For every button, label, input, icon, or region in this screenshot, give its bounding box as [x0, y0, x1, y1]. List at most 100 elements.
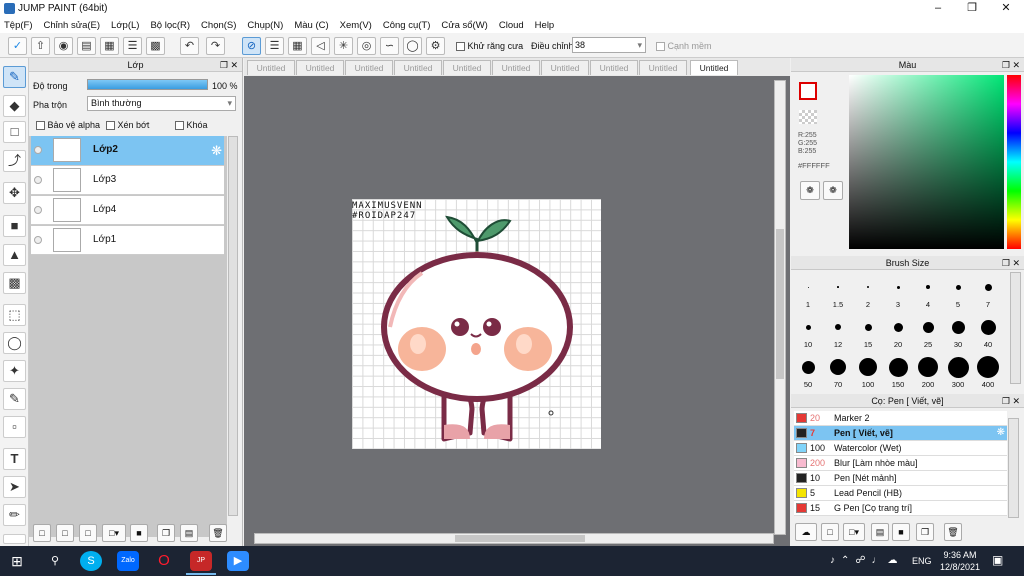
- trash-icon[interactable]: 🗑: [944, 523, 962, 541]
- brush-row[interactable]: 5 Lead Pencil (HB): [794, 486, 1007, 501]
- select-pen-icon[interactable]: ✎: [3, 388, 26, 410]
- duplicate-brush-icon[interactable]: ❐: [916, 523, 934, 541]
- speech-bubble-icon[interactable]: ◉: [54, 37, 73, 55]
- palette-settings-icon[interactable]: ❁: [823, 181, 843, 200]
- antialias-checkbox[interactable]: [456, 42, 465, 52]
- brush-size-option[interactable]: 1: [793, 276, 823, 312]
- trash-icon[interactable]: 🗑: [209, 524, 227, 542]
- correction-select[interactable]: 38 ▾: [572, 37, 646, 53]
- lock-toggle[interactable]: Khóa: [175, 120, 208, 131]
- skype-icon[interactable]: S: [80, 551, 102, 571]
- brush-size-option[interactable]: 100: [853, 356, 883, 392]
- layer-scrollbar[interactable]: [228, 136, 238, 516]
- antialias-toggle[interactable]: Khử răng cưa: [456, 41, 523, 52]
- menu-color[interactable]: Màu (C): [294, 20, 328, 31]
- brush-size-scrollbar[interactable]: [1010, 272, 1021, 384]
- rectangle-tool-icon[interactable]: □: [3, 121, 26, 143]
- opera-icon[interactable]: O: [153, 551, 175, 571]
- search-icon[interactable]: ⚲: [44, 551, 66, 571]
- brush-size-option[interactable]: 10: [793, 316, 823, 352]
- gradient-tool-icon[interactable]: ▩: [3, 272, 26, 294]
- soft-edge-toggle[interactable]: Cạnh mềm: [656, 41, 712, 52]
- folder-icon[interactable]: ■: [130, 524, 148, 542]
- panel-icon[interactable]: ▩: [146, 37, 165, 55]
- brush-size-option[interactable]: 40: [973, 316, 1003, 352]
- brush-size-option[interactable]: 4: [913, 276, 943, 312]
- close-icon[interactable]: ❐ ✕: [1002, 394, 1020, 408]
- parallel-snap-icon[interactable]: ☰: [265, 37, 284, 55]
- circle-snap-icon[interactable]: ◯: [403, 37, 422, 55]
- menu-layer[interactable]: Lớp(L): [111, 20, 139, 31]
- primary-color-swatch[interactable]: [799, 82, 817, 100]
- visibility-icon[interactable]: [34, 146, 42, 154]
- eraser-tool-icon[interactable]: ◆: [3, 95, 26, 117]
- layer-row[interactable]: Lớp2 ❋: [31, 136, 224, 166]
- comment-icon[interactable]: ▤: [77, 37, 96, 55]
- clip-toggle[interactable]: Xén bớt: [106, 120, 149, 131]
- brush-size-option[interactable]: 400: [973, 356, 1003, 392]
- brush-cloud-icon[interactable]: ☁: [795, 523, 817, 541]
- lock-checkbox[interactable]: [175, 121, 184, 131]
- brush-menu-icon[interactable]: □▾: [843, 523, 865, 541]
- rect-select-icon[interactable]: ⬚: [3, 304, 26, 326]
- layer-row[interactable]: Lớp3: [31, 166, 224, 195]
- hue-slider[interactable]: [1007, 75, 1021, 249]
- minimize-icon[interactable]: –: [921, 0, 955, 17]
- menu-filter[interactable]: Bộ lọc(R): [150, 20, 190, 31]
- menu-help[interactable]: Help: [535, 20, 555, 31]
- brush-row[interactable]: 10 Pen [Nét mảnh]: [794, 471, 1007, 486]
- protect-alpha-checkbox[interactable]: [36, 121, 45, 131]
- language-indicator[interactable]: ENG: [912, 556, 932, 566]
- visibility-icon[interactable]: [34, 176, 42, 184]
- document-tab[interactable]: Untitled: [541, 60, 589, 75]
- vertical-scrollbar[interactable]: [774, 80, 786, 535]
- move-tool-icon[interactable]: ✥: [3, 182, 26, 204]
- scroll-thumb[interactable]: [776, 229, 784, 379]
- brush-size-option[interactable]: 20: [883, 316, 913, 352]
- menu-select[interactable]: Chọn(S): [201, 20, 236, 31]
- saturation-value-picker[interactable]: [849, 75, 1004, 249]
- radial-snap-icon[interactable]: ✳: [334, 37, 353, 55]
- layer-row[interactable]: Lớp4: [31, 196, 224, 225]
- line-tool-icon[interactable]: ⤴: [3, 150, 26, 172]
- brush-size-option[interactable]: 2: [853, 276, 883, 312]
- page-list-icon[interactable]: ☰: [123, 37, 142, 55]
- no-snap-icon[interactable]: ⊘: [242, 37, 261, 55]
- document-tab[interactable]: Untitled: [345, 60, 393, 75]
- transparent-color-swatch[interactable]: [799, 110, 817, 124]
- menu-view[interactable]: Xem(V): [340, 20, 372, 31]
- brush-size-option[interactable]: 25: [913, 316, 943, 352]
- document-tab[interactable]: Untitled: [492, 60, 540, 75]
- menu-cloud[interactable]: Cloud: [499, 20, 524, 31]
- redo-icon[interactable]: ↷: [206, 37, 225, 55]
- merge-layer-icon[interactable]: ▤: [180, 524, 198, 542]
- brush-size-option[interactable]: 300: [943, 356, 973, 392]
- brush-list-scrollbar[interactable]: [1008, 418, 1019, 518]
- artwork-canvas[interactable]: MAXIMUSVENN #ROIDAP247: [352, 199, 601, 449]
- brush-row[interactable]: 15 G Pen [Cọ trang trí]: [794, 501, 1007, 516]
- tray-icons[interactable]: ♪⌃☍♩☁: [830, 555, 904, 566]
- document-tab[interactable]: Untitled: [590, 60, 638, 75]
- brush-size-option[interactable]: 7: [973, 276, 1003, 312]
- zoom-icon[interactable]: ▶: [227, 551, 249, 571]
- jump-paint-icon[interactable]: JP: [190, 551, 212, 571]
- scroll-thumb[interactable]: [455, 535, 585, 542]
- gear-icon[interactable]: ❋: [997, 426, 1005, 440]
- brush-size-option[interactable]: 12: [823, 316, 853, 352]
- more-tools-icon[interactable]: [3, 534, 26, 544]
- document-tab[interactable]: Untitled: [443, 60, 491, 75]
- pen-tool-icon[interactable]: ✎: [3, 66, 26, 88]
- brush-size-option[interactable]: 30: [943, 316, 973, 352]
- brush-size-option[interactable]: 50: [793, 356, 823, 392]
- brush-settings-icon[interactable]: ▤: [871, 523, 889, 541]
- brush-row[interactable]: 100 Watercolor (Wet): [794, 441, 1007, 456]
- duplicate-layer-icon[interactable]: ❐: [157, 524, 175, 542]
- document-tab[interactable]: Untitled: [247, 60, 295, 75]
- document-tab[interactable]: Untitled: [296, 60, 344, 75]
- document-tab[interactable]: Untitled: [394, 60, 442, 75]
- blend-select[interactable]: Bình thường ▾: [87, 96, 236, 111]
- menu-capture[interactable]: Chụp(N): [247, 20, 283, 31]
- add-layer-menu-icon[interactable]: □▾: [102, 524, 126, 542]
- select-eraser-icon[interactable]: ▫: [3, 416, 26, 438]
- brush-size-option[interactable]: 200: [913, 356, 943, 392]
